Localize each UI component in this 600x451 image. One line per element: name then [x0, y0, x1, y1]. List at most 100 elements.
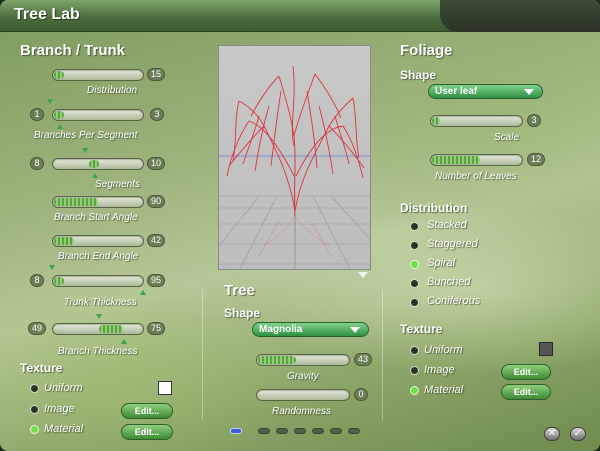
distribution-spiral-radio[interactable] — [410, 260, 419, 269]
title-bar-tab-end — [440, 0, 600, 32]
branch-start-angle-value[interactable]: 90 — [147, 195, 166, 208]
distribution-bunched-label: Bunched — [427, 276, 471, 288]
foliage-shape-dropdown[interactable]: User leaf — [428, 84, 543, 99]
pager-dot-4[interactable] — [294, 428, 306, 434]
tree-shape-label: Shape — [224, 306, 261, 320]
trunk-thickness-max-value[interactable]: 95 — [147, 274, 166, 287]
foliage-texture-material-radio[interactable] — [410, 386, 419, 395]
branch-thickness-max-value[interactable]: 75 — [147, 322, 166, 335]
pager-dot-6[interactable] — [330, 428, 342, 434]
preview-expand-icon[interactable] — [358, 272, 368, 278]
gravity-slider[interactable] — [256, 354, 350, 366]
trunk-min-marker[interactable] — [49, 265, 55, 270]
foliage-material-edit-button[interactable]: Edit... — [501, 384, 551, 400]
branch-texture-uniform-label: Uniform — [44, 382, 83, 394]
scale-value[interactable]: 3 — [527, 114, 541, 127]
scale-slider[interactable] — [430, 115, 523, 127]
branch-texture-uniform-radio[interactable] — [30, 384, 39, 393]
trunk-max-marker[interactable] — [140, 290, 146, 295]
branch-texture-material-radio[interactable] — [30, 425, 39, 434]
distribution-staggered-radio[interactable] — [410, 241, 419, 250]
trunk-thickness-min-value[interactable]: 8 — [30, 274, 44, 287]
window-title: Tree Lab — [14, 6, 80, 23]
foliage-heading: Foliage — [400, 42, 453, 59]
gravity-value[interactable]: 43 — [354, 353, 373, 366]
branch-end-angle-slider[interactable] — [52, 235, 144, 247]
randomness-value[interactable]: 0 — [354, 388, 368, 401]
branches-max-marker[interactable] — [57, 124, 63, 129]
pager-dot-5[interactable] — [312, 428, 324, 434]
distribution-coniferous-radio[interactable] — [410, 298, 419, 307]
number-of-leaves-slider[interactable] — [430, 154, 523, 166]
randomness-slider[interactable] — [256, 389, 350, 401]
check-icon: ✓ — [573, 428, 583, 439]
branches-per-segment-label: Branches Per Segment — [34, 130, 138, 141]
distribution-stacked-label: Stacked — [427, 219, 467, 231]
branch-thickness-max-marker[interactable] — [121, 339, 127, 344]
distribution-label: Distribution — [87, 85, 138, 96]
title-bar: Tree Lab — [0, 0, 600, 32]
scale-label: Scale — [494, 132, 520, 143]
column-divider-right — [382, 290, 383, 420]
foliage-texture-image-radio[interactable] — [410, 366, 419, 375]
branch-image-edit-button[interactable]: Edit... — [121, 403, 173, 419]
branch-thickness-min-marker[interactable] — [96, 314, 102, 319]
pager-dot-1[interactable] — [230, 428, 242, 434]
segments-min-marker[interactable] — [82, 148, 88, 153]
distribution-slider[interactable] — [52, 69, 144, 81]
segments-slider[interactable] — [52, 158, 144, 170]
branch-uniform-color-swatch[interactable] — [158, 381, 172, 395]
number-of-leaves-value[interactable]: 12 — [527, 153, 546, 166]
distribution-stacked-radio[interactable] — [410, 222, 419, 231]
tree-preview-viewport[interactable] — [218, 45, 371, 270]
trunk-thickness-label: Trunk Thickness — [64, 297, 137, 308]
segments-max-marker[interactable] — [92, 173, 98, 178]
cancel-button[interactable]: ✕ — [544, 427, 560, 441]
segments-min-value[interactable]: 8 — [30, 157, 44, 170]
branch-start-angle-label: Branch Start Angle — [54, 212, 138, 223]
foliage-image-edit-button[interactable]: Edit... — [501, 364, 551, 380]
ok-button[interactable]: ✓ — [570, 427, 586, 441]
branch-material-edit-button[interactable]: Edit... — [121, 424, 173, 440]
distribution-spiral-label: Spiral — [427, 257, 456, 269]
tree-shape-value: Magnolia — [259, 324, 303, 335]
branches-max-value[interactable]: 3 — [150, 108, 164, 121]
foliage-texture-uniform-radio[interactable] — [410, 346, 419, 355]
branch-thickness-min-value[interactable]: 49 — [28, 322, 47, 335]
chevron-down-icon — [524, 89, 534, 95]
foliage-shape-value: User leaf — [435, 86, 478, 97]
foliage-shape-label: Shape — [400, 68, 437, 82]
tree-shape-dropdown[interactable]: Magnolia — [252, 322, 369, 337]
branch-start-angle-slider[interactable] — [52, 196, 144, 208]
foliage-texture-heading: Texture — [400, 322, 443, 336]
branch-trunk-heading: Branch / Trunk — [20, 42, 126, 59]
close-icon: ✕ — [547, 428, 557, 439]
branch-thickness-slider[interactable] — [52, 323, 144, 335]
randomness-label: Randomness — [272, 406, 331, 417]
segments-max-value[interactable]: 10 — [147, 157, 166, 170]
foliage-uniform-color-swatch[interactable] — [539, 342, 553, 356]
column-divider-left — [202, 290, 203, 420]
tree-lab-window: Tree Lab Branch / Trunk 15 Distribution … — [0, 0, 600, 451]
trunk-thickness-slider[interactable] — [52, 275, 144, 287]
foliage-texture-image-label: Image — [424, 364, 455, 376]
branches-min-marker[interactable] — [47, 99, 53, 104]
branch-end-angle-label: Branch End Angle — [58, 251, 139, 262]
tree-preview-render — [219, 65, 370, 269]
branches-min-value[interactable]: 1 — [30, 108, 44, 121]
distribution-staggered-label: Staggered — [427, 238, 478, 250]
branch-texture-image-radio[interactable] — [30, 405, 39, 414]
distribution-bunched-radio[interactable] — [410, 279, 419, 288]
foliage-texture-material-label: Material — [424, 384, 464, 396]
branches-per-segment-slider[interactable] — [52, 109, 144, 121]
foliage-texture-uniform-label: Uniform — [424, 344, 463, 356]
distribution-value[interactable]: 15 — [147, 68, 166, 81]
branch-texture-heading: Texture — [20, 361, 63, 375]
branch-texture-material-label: Material — [44, 423, 84, 435]
pager-dot-3[interactable] — [276, 428, 288, 434]
gravity-label: Gravity — [287, 371, 319, 382]
pager-dot-7[interactable] — [348, 428, 360, 434]
segments-label: Segments — [95, 179, 141, 190]
pager-dot-2[interactable] — [258, 428, 270, 434]
branch-end-angle-value[interactable]: 42 — [147, 234, 166, 247]
